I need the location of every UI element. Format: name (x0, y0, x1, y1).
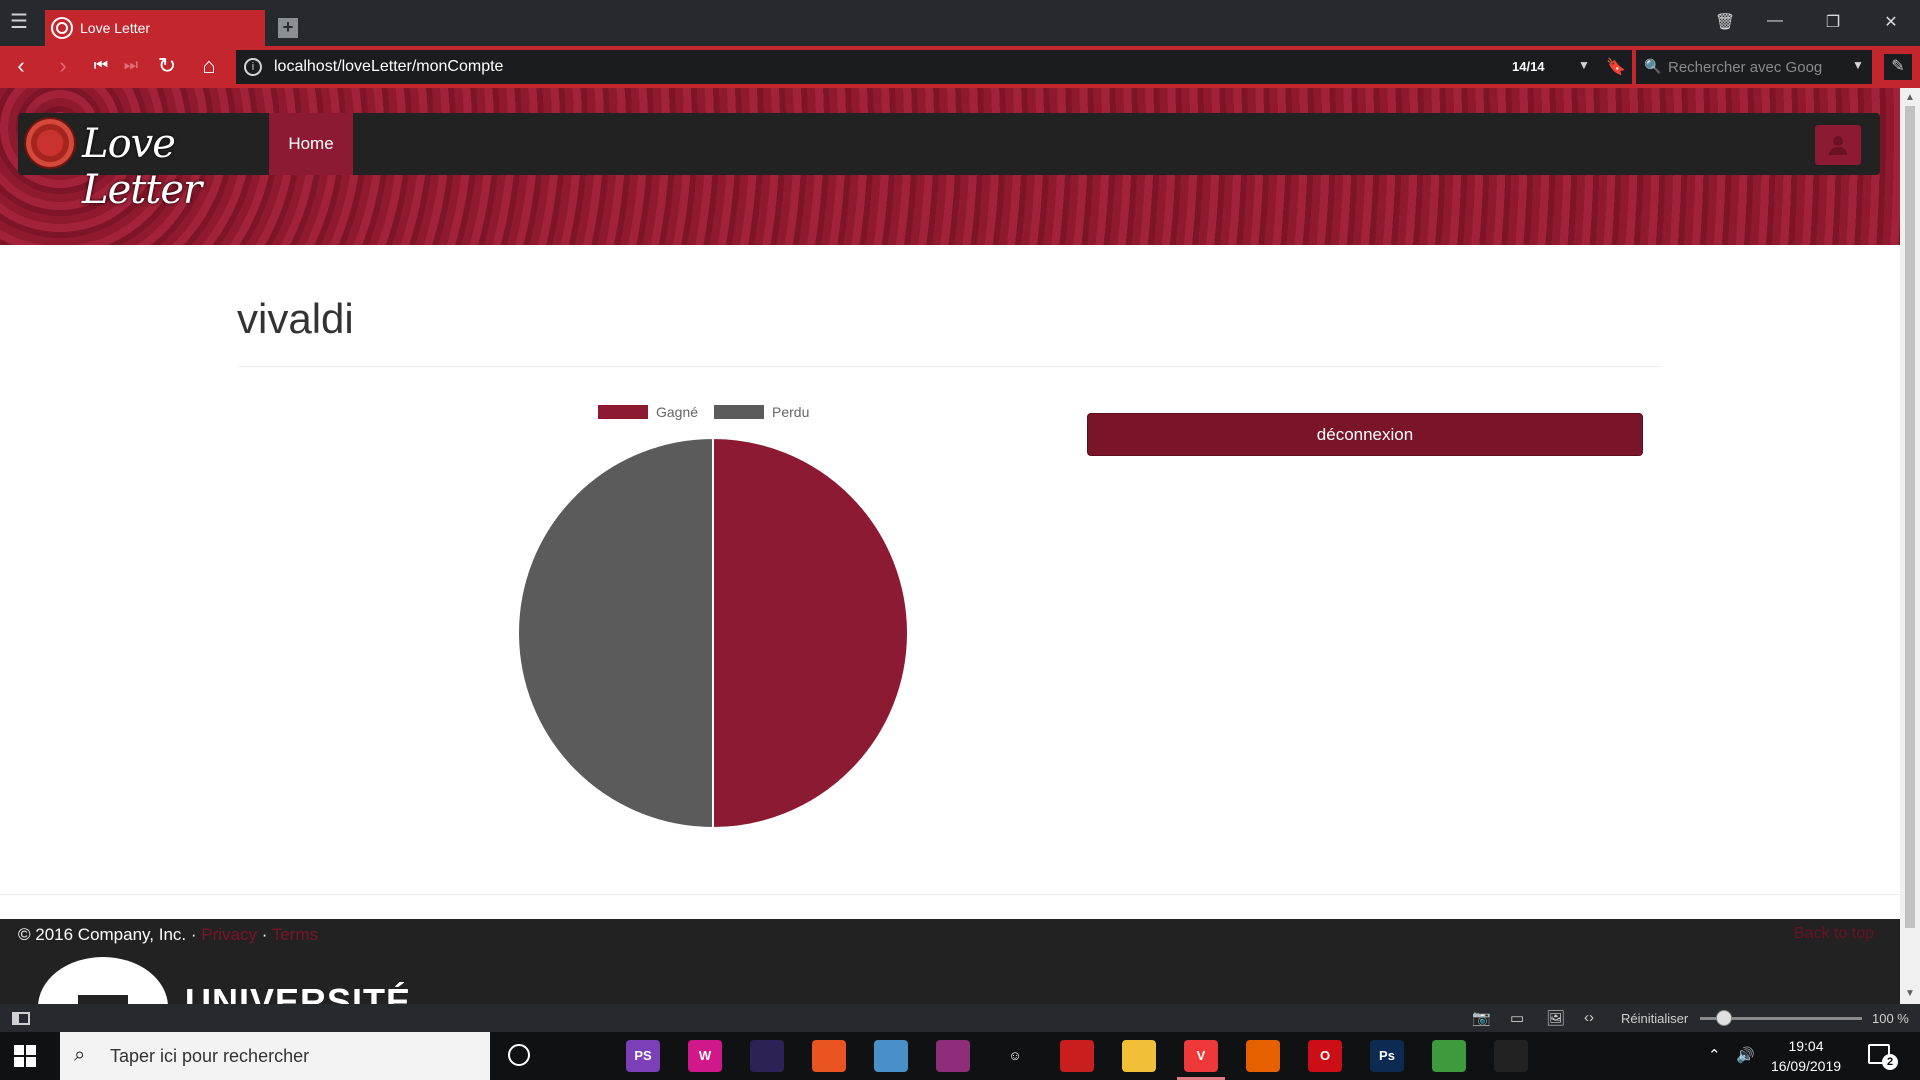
brand-logo[interactable]: Love Letter (22, 115, 272, 213)
image-icon[interactable]: 🖼 (1546, 1009, 1565, 1027)
browser-menu-icon[interactable]: ☰ (10, 12, 32, 34)
taskbar-search-field[interactable]: ⌕ Taper ici pour rechercher (60, 1032, 490, 1080)
back-to-top-link[interactable]: Back to top (1794, 925, 1874, 943)
ubuntu-icon[interactable] (812, 1040, 846, 1072)
notifications-icon[interactable]: 2 (1868, 1044, 1898, 1070)
camera-icon[interactable]: 📷 (1472, 1009, 1491, 1027)
legend-swatch (598, 405, 648, 419)
extension-icon[interactable]: ✎ (1884, 54, 1912, 80)
brand-name: Love Letter (82, 121, 202, 213)
search-icon: 🔍 (1644, 58, 1662, 74)
search-icon: ⌕ (74, 1044, 86, 1066)
pie-slice-won[interactable] (712, 436, 909, 830)
acrobat-icon[interactable] (1060, 1040, 1094, 1072)
winrar-icon[interactable] (936, 1040, 970, 1072)
minimize-button[interactable]: — (1760, 12, 1790, 30)
nav-home-link[interactable]: Home (269, 113, 353, 175)
taskbar-clock[interactable]: 19:04 16/09/2019 (1768, 1036, 1844, 1076)
favicon-icon (53, 19, 71, 37)
url-text[interactable]: localhost/loveLetter/monCompte (274, 58, 503, 76)
logout-button[interactable]: déconnexion (1087, 413, 1643, 456)
wamp-icon[interactable]: W (688, 1040, 722, 1072)
clock-date: 16/09/2019 (1770, 1058, 1842, 1074)
page-viewport: Love Letter Home vivaldi Gagné Perdu déc… (0, 88, 1900, 1004)
page-counter: 14/14 (1512, 59, 1545, 74)
legend-swatch (714, 405, 764, 419)
firefox-icon[interactable] (1246, 1040, 1280, 1072)
back-icon[interactable]: ‹ (8, 55, 34, 77)
tab-love-letter[interactable]: Love Letter (45, 10, 265, 46)
pie-slice-lost[interactable] (517, 436, 714, 830)
user-menu-button[interactable] (1815, 125, 1861, 165)
zoom-level: 100 % (1872, 1011, 1909, 1026)
history-dropdown-icon[interactable]: ▼ (1578, 58, 1590, 72)
eclipse-icon[interactable] (750, 1040, 784, 1072)
legend-label: Gagné (656, 404, 699, 420)
university-logo-icon (38, 957, 168, 1004)
browser-statusbar: 📷 ▭ 🖼 ‹› Réinitialiser 100 % (0, 1004, 1920, 1032)
terms-link[interactable]: Terms (272, 925, 318, 944)
browser-tabbar: ☰ Love Letter + 🗑 — ❐ ✕ (0, 0, 1920, 46)
taskbar-search-placeholder: Taper ici pour rechercher (110, 1046, 310, 1066)
home-icon[interactable]: ⌂ (196, 55, 222, 77)
tray-chevron-icon[interactable]: ⌃ (1708, 1046, 1721, 1064)
search-placeholder: Rechercher avec Goog (1668, 59, 1823, 76)
scroll-up-icon[interactable]: ▲ (1905, 92, 1915, 103)
address-toolbar: ‹ › ⏮ ⏭ ↻ ⌂ i localhost/loveLetter/monCo… (0, 46, 1920, 88)
vivaldi-icon[interactable]: V (1177, 1040, 1225, 1080)
divider (0, 894, 1900, 895)
windows-taskbar: ⌕ Taper ici pour rechercher PS W ☺ V O Ps ⌃ 🔊… (0, 1032, 1920, 1080)
photos-icon[interactable] (1494, 1040, 1528, 1072)
reload-icon[interactable]: ↻ (154, 55, 180, 77)
phpstorm-icon[interactable]: PS (626, 1040, 660, 1072)
vertical-scrollbar[interactable]: ▲ ▼ (1900, 88, 1920, 1004)
site-info-icon[interactable]: i (244, 58, 262, 76)
tiling-icon[interactable]: ▭ (1510, 1009, 1524, 1027)
separator-dot: · (261, 925, 268, 944)
legend-label: Perdu (772, 404, 810, 420)
photoshop-icon[interactable]: Ps (1370, 1040, 1404, 1072)
smiley-icon[interactable]: ☺ (998, 1040, 1032, 1072)
cortana-icon[interactable] (508, 1044, 530, 1066)
privacy-link[interactable]: Privacy (201, 925, 257, 944)
new-tab-button[interactable]: + (278, 18, 298, 38)
scroll-down-icon[interactable]: ▼ (1905, 988, 1915, 999)
copyright-text: © 2016 Company, Inc. · (18, 925, 197, 944)
site-navbar: Love Letter Home (18, 113, 1880, 213)
git-icon[interactable] (1432, 1040, 1466, 1072)
bookmark-icon[interactable]: 🔖 (1606, 57, 1626, 77)
zoom-slider-knob[interactable] (1716, 1010, 1733, 1026)
divider (237, 366, 1662, 367)
header-banner: Love Letter Home (0, 88, 1900, 245)
scrollbar-thumb[interactable] (1905, 106, 1915, 928)
forward-icon[interactable]: › (50, 55, 76, 77)
site-footer: © 2016 Company, Inc. · Privacy · Terms B… (0, 919, 1900, 1004)
code-icon[interactable]: ‹› (1584, 1009, 1594, 1026)
university-name: UNIVERSITÉ (185, 981, 412, 1004)
rewind-icon[interactable]: ⏮ (88, 55, 114, 77)
search-engine-dropdown-icon[interactable]: ▼ (1852, 58, 1864, 72)
fast-forward-icon[interactable]: ⏭ (118, 55, 144, 77)
reset-zoom-button[interactable]: Réinitialiser (1621, 1011, 1688, 1026)
footer-copyright: © 2016 Company, Inc. · Privacy · Terms (18, 925, 318, 945)
explorer-icon[interactable] (1122, 1040, 1156, 1072)
notification-count: 2 (1882, 1054, 1898, 1070)
restore-button[interactable]: ❐ (1818, 12, 1848, 32)
win-loss-pie-chart (517, 436, 909, 830)
close-window-button[interactable]: ✕ (1876, 12, 1906, 32)
url-bar[interactable]: i localhost/loveLetter/monCompte 14/14 ▼… (236, 50, 1632, 84)
panel-toggle-icon[interactable] (12, 1012, 30, 1025)
tab-title: Love Letter (80, 20, 151, 36)
windows-start-icon[interactable] (14, 1045, 36, 1067)
opera-icon[interactable]: O (1308, 1040, 1342, 1072)
trash-icon[interactable]: 🗑 (1710, 12, 1740, 32)
wax-seal-icon (24, 117, 76, 169)
paint-icon[interactable] (874, 1040, 908, 1072)
page-title: vivaldi (237, 295, 354, 342)
search-field[interactable]: 🔍 Rechercher avec Goog ▼ (1636, 50, 1872, 84)
clock-time: 19:04 (1788, 1038, 1824, 1054)
volume-icon[interactable]: 🔊 (1736, 1046, 1755, 1064)
